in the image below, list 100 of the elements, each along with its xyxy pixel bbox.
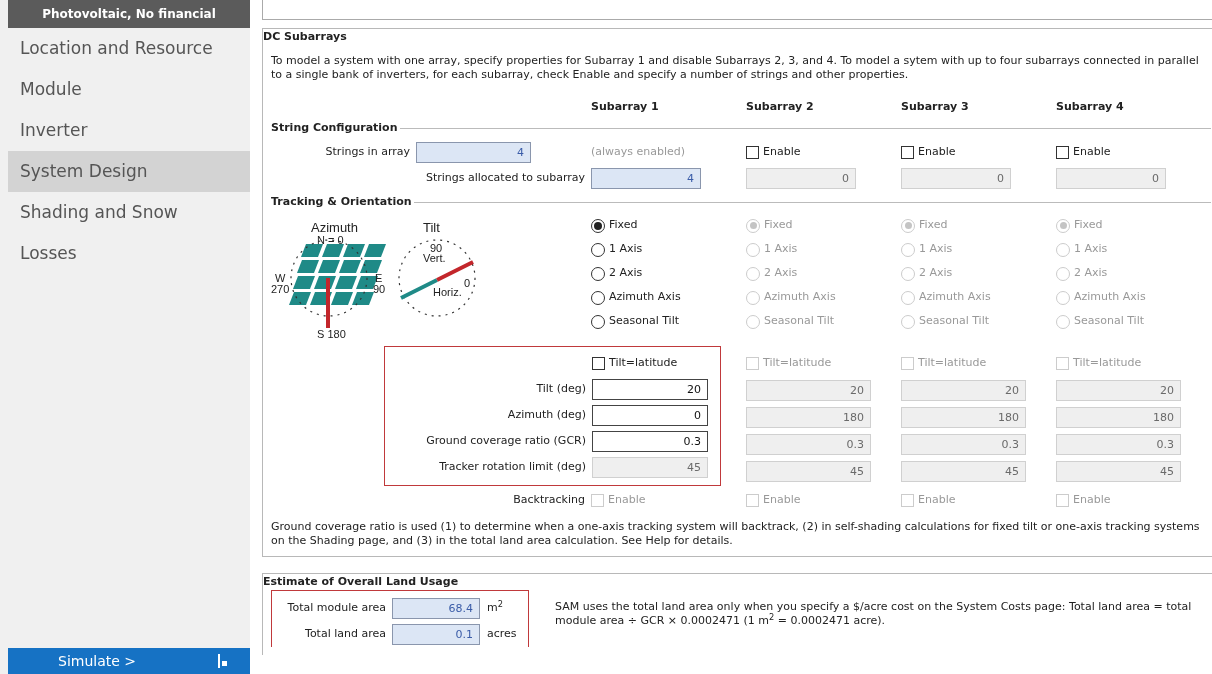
input-field: 45 [1056, 461, 1181, 482]
input-field: 20 [1056, 380, 1181, 401]
diagram-label: E [375, 271, 383, 284]
diagram-label: Tilt [423, 219, 440, 235]
radio-label: 1 Axis [764, 241, 798, 258]
checkbox[interactable] [746, 146, 759, 159]
radio-label: Azimuth Axis [764, 289, 836, 306]
radio-label: 2 Axis [1074, 265, 1108, 282]
checkbox-label: Enable [608, 492, 646, 509]
field-label: Strings allocated to subarray [425, 170, 586, 187]
input-field: 45 [901, 461, 1026, 482]
radio-label: Seasonal Tilt [1074, 313, 1145, 330]
radio-label: Fixed [764, 217, 793, 234]
radio-label: 1 Axis [609, 241, 643, 258]
input-field: 180 [901, 407, 1026, 428]
diagram-label: 90 [430, 241, 443, 254]
input-field: 0 [746, 168, 856, 189]
sidebar-item[interactable]: Location and Resource [8, 28, 250, 69]
input-field: 0.3 [746, 434, 871, 455]
status-note: (always enabled) [591, 144, 686, 161]
input-field: 0.3 [1056, 434, 1181, 455]
input-field: 20 [746, 380, 871, 401]
description-text: SAM uses the total land area only when you specify a $/acre cost on the System Costs page: Total land area = total module area ÷ GCR × 0.0002471 (1 m$^{2}$ = 0.0002471 acre). [555, 600, 1193, 629]
checkbox-label: Enable [918, 144, 956, 161]
checkbox-label: Enable [1073, 144, 1111, 161]
simulate-button[interactable]: Simulate > [8, 648, 250, 674]
chart-icon [216, 654, 230, 668]
input-field: 45 [592, 457, 708, 478]
radio-label: 2 Axis [764, 265, 798, 282]
description-text: Ground coverage ratio is used (1) to determine when a one-axis tracking system will backtrack, (2) in self-shading calculations for fixed tilt or one-axis tracking systems on the Shading page, and (3) in the total land area calculation. See Help for details. [271, 519, 1201, 548]
checkbox-label: Tilt=latitude [609, 355, 678, 372]
input-field[interactable]: 20 [592, 379, 708, 400]
input-field: 45 [746, 461, 871, 482]
column-header: Subarray 4 [1056, 98, 1125, 115]
input-field[interactable]: 0.1 [392, 623, 480, 645]
checkbox[interactable] [1056, 146, 1069, 159]
column-header: Subarray 3 [901, 98, 970, 115]
app-title: Photovoltaic, No financial [8, 0, 250, 28]
checkbox[interactable] [592, 357, 605, 370]
checkbox-label: Tilt=latitude [1073, 355, 1142, 372]
section-title: String Configuration [271, 120, 399, 137]
checkbox-label: Enable [763, 492, 801, 509]
input-field: 180 [746, 407, 871, 428]
radio-label: Seasonal Tilt [609, 313, 680, 330]
field-label: Tracker rotation limit (deg) [439, 459, 587, 476]
diagram-label: S 180 [317, 327, 346, 340]
diagram-label: Horiz. [433, 285, 462, 298]
checkbox[interactable] [901, 146, 914, 159]
radio-label: Fixed [919, 217, 948, 234]
diagram-label: W [275, 271, 286, 284]
input-field[interactable]: 68.4 [392, 597, 480, 619]
radio-label: Seasonal Tilt [764, 313, 835, 330]
sidebar-item[interactable]: Module [8, 69, 250, 110]
description-text: To model a system with one array, specify properties for Subarray 1 and disable Subarrays 2, 3, and 4. To model a sytem with up to four subarrays connected in parallel to a single bank of inverters, for each subarray, check Enable and specify a number of strings and other properties. [271, 53, 1200, 82]
field-label: Total land area [305, 625, 387, 642]
input-field[interactable]: 4 [416, 142, 531, 163]
radio-label: 2 Axis [609, 265, 643, 282]
checkbox-label: Tilt=latitude [918, 355, 987, 372]
diagram-label: N = 0 [317, 233, 344, 246]
unit-label: acres [486, 625, 517, 642]
radio-label: 1 Axis [919, 241, 953, 258]
input-field[interactable]: 0 [592, 405, 708, 426]
radio-label: Azimuth Axis [919, 289, 991, 306]
input-field: 0.3 [901, 434, 1026, 455]
input-field[interactable]: 4 [591, 168, 701, 189]
column-header: Subarray 2 [746, 98, 815, 115]
input-field: 20 [901, 380, 1026, 401]
sidebar-item[interactable]: Shading and Snow [8, 192, 250, 233]
section-title: Tracking & Orientation [271, 194, 413, 211]
radio-label: Azimuth Axis [1074, 289, 1146, 306]
diagram-label: Vert. [423, 251, 446, 264]
radio-label: 1 Axis [1074, 241, 1108, 258]
checkbox-label: Tilt=latitude [763, 355, 832, 372]
column-header: Subarray 1 [591, 98, 660, 115]
diagram-label: 0 [464, 276, 471, 289]
diagram-label: 270 [271, 282, 290, 295]
checkbox-label: Enable [918, 492, 956, 509]
field-label: Tilt (deg) [536, 381, 587, 398]
radio-label: 2 Axis [919, 265, 953, 282]
input-field: 0 [1056, 168, 1166, 189]
radio-label: Azimuth Axis [609, 289, 681, 306]
field-label: Strings in array [325, 144, 411, 161]
checkbox-label: Enable [763, 144, 801, 161]
radio-label: Fixed [609, 217, 638, 234]
input-field[interactable]: 0.3 [592, 431, 708, 452]
unit-label: m$^{2}$ [486, 599, 503, 616]
field-label: Ground coverage ratio (GCR) [426, 433, 587, 450]
radio-label: Seasonal Tilt [919, 313, 990, 330]
diagram-label: Azimuth [311, 219, 358, 235]
sidebar-item[interactable]: Losses [8, 233, 250, 274]
field-label: Azimuth (deg) [507, 407, 587, 424]
radio-label: Fixed [1074, 217, 1103, 234]
checkbox-label: Enable [1073, 492, 1111, 509]
input-field: 180 [1056, 407, 1181, 428]
sidebar-item[interactable]: Inverter [8, 110, 250, 151]
sidebar-item[interactable]: System Design [8, 151, 250, 192]
field-label: Backtracking [513, 492, 586, 509]
input-field: 0 [901, 168, 1011, 189]
diagram-label: 90 [373, 282, 386, 295]
field-label: Total module area [287, 599, 387, 616]
